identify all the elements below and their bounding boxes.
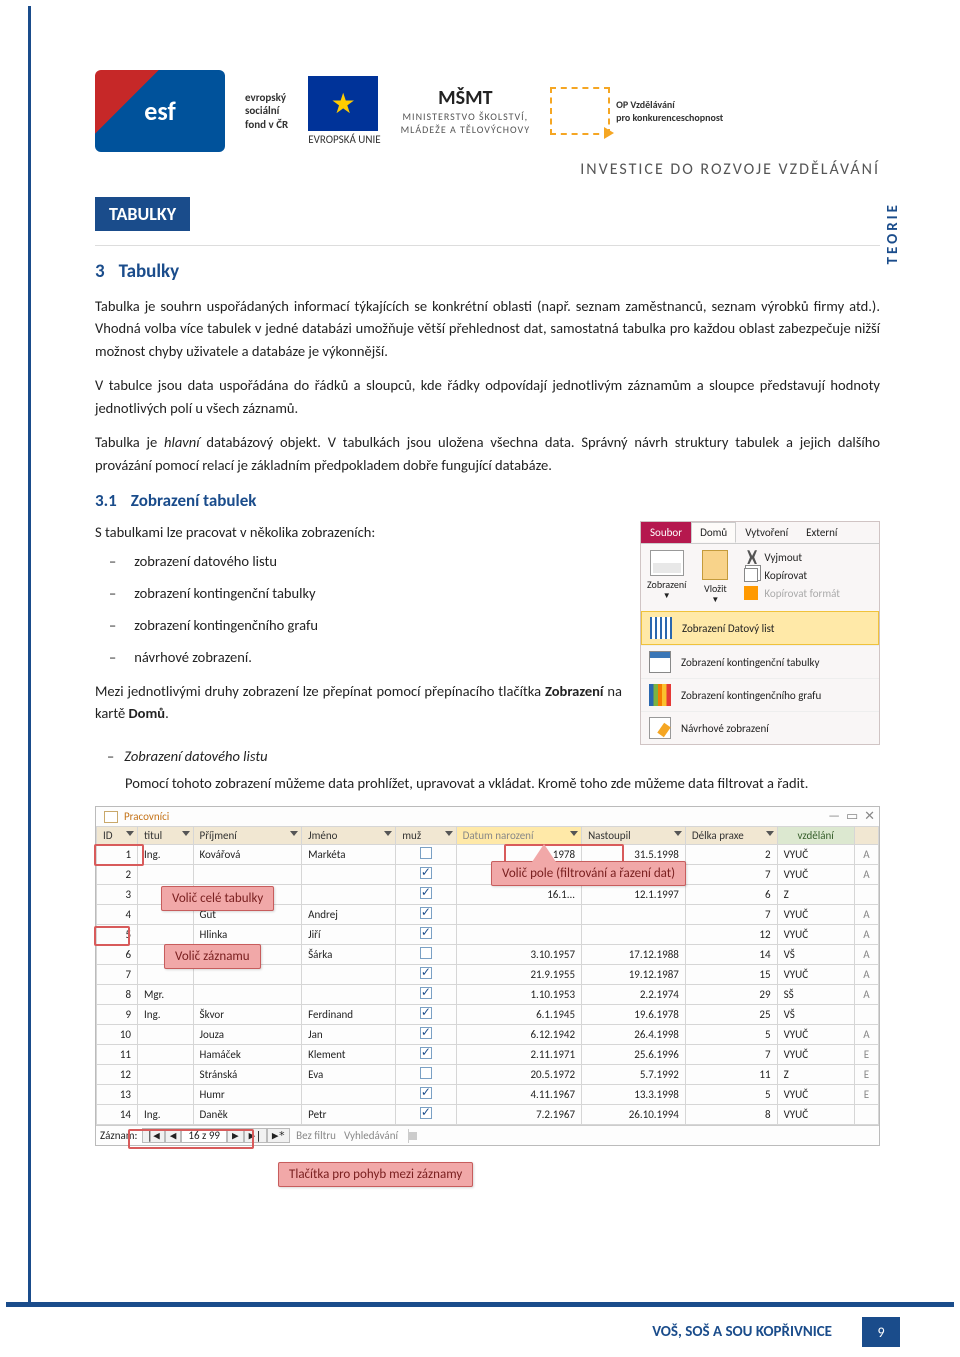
col-delka-praxe[interactable]: Délka praxe <box>685 827 777 845</box>
ribbon-screenshot: Soubor Domů Vytvoření Externí Zobrazení … <box>640 521 880 745</box>
table-icon <box>104 811 118 823</box>
menu-pivot-chart[interactable]: Zobrazení kontingenčního grafu <box>641 678 879 711</box>
menu-design-view[interactable]: Návrhové zobrazení <box>641 711 879 744</box>
view-button[interactable]: Zobrazení ▼ <box>643 548 690 603</box>
nav-search[interactable]: Vyhledávání <box>344 1129 398 1142</box>
msmt-logo: MŠMT MINISTERSTVO ŠKOLSTVÍ, MLÁDEŽE A TĚ… <box>401 86 530 136</box>
callout-nav-buttons: Tlačítka pro pohyb mezi záznamy <box>278 1162 473 1187</box>
tab-external[interactable]: Externí <box>797 522 846 543</box>
table-row[interactable]: 14Ing.DaněkPetr7.2.196726.10.19948VYUČ <box>97 1105 879 1125</box>
logo-banner: esf evropský sociální fond v ČR ★ EVROPS… <box>95 70 880 152</box>
table-row[interactable]: 12StránskáEva20.5.19725.7.199211ZE <box>97 1065 879 1085</box>
highlight-row-selector <box>94 926 130 946</box>
highlight-table-selector <box>94 844 144 866</box>
eu-label: EVROPSKÁ UNIE <box>308 133 380 146</box>
invest-line: INVESTICE DO ROZVOJE VZDĚLÁVÁNÍ <box>95 160 880 179</box>
scrollbar[interactable] <box>408 1129 875 1143</box>
datasheet-screenshot: Pracovníci — ▭ ✕ ID titul Příjmení Jméno… <box>95 806 880 1146</box>
op-logo: OP Vzdělávánípro konkurenceschopnost <box>550 87 723 135</box>
callout-row-selector: Volič záznamu <box>164 944 261 969</box>
side-badge-teorie: TEORIE <box>884 202 902 264</box>
table-row[interactable]: 5HlinkaJiří12VYUČA <box>97 925 879 945</box>
col-nastoupil[interactable]: Nastoupil <box>582 827 686 845</box>
tab-file[interactable]: Soubor <box>641 522 691 543</box>
list-item: zobrazení datového listu <box>134 552 277 570</box>
callout-field-selector: Volič pole (filtrování a řazení dat) <box>491 861 686 886</box>
paragraph: S tabulkami lze pracovat v několika zobr… <box>95 521 622 543</box>
paragraph: Tabulka je souhrn uspořádaných informací… <box>95 295 880 362</box>
col-vzdelani[interactable]: vzdělání <box>777 827 854 845</box>
copy-icon <box>744 568 758 582</box>
col-jmeno[interactable]: Jméno <box>302 827 396 845</box>
chart-icon <box>649 684 671 706</box>
nav-new[interactable]: ▶* <box>267 1128 290 1143</box>
highlight-nav-buttons <box>128 1129 254 1149</box>
tab-create[interactable]: Vytvoření <box>736 522 797 543</box>
divider <box>95 245 880 246</box>
format-painter-button[interactable]: Kopírovat formát <box>740 584 844 602</box>
col-id[interactable]: ID <box>97 827 138 845</box>
cut-button[interactable]: Vyjmout <box>740 548 844 566</box>
section-header: TABULKY <box>95 197 190 231</box>
heading-text: Tabulky <box>119 260 180 283</box>
heading-text: Zobrazení tabulek <box>131 490 257 511</box>
bottom-rule <box>6 1302 954 1307</box>
col-datum-narozeni[interactable]: Datum narození <box>456 827 582 845</box>
list-item: zobrazení kontingenčního grafu <box>134 616 318 634</box>
page-number: 9 <box>862 1317 900 1347</box>
col-more <box>854 827 878 845</box>
paragraph: V tabulce jsou data uspořádána do řádků … <box>95 374 880 419</box>
tab-home[interactable]: Domů <box>691 522 736 543</box>
eu-flag: ★ <box>308 76 378 131</box>
datasheet-icon <box>650 550 684 576</box>
heading-3-1: 3.1 Zobrazení tabulek <box>95 490 880 511</box>
esf-logo: esf <box>95 70 225 152</box>
brush-icon <box>744 586 758 600</box>
paragraph: Tabulka je hlavní databázový objekt. V t… <box>95 431 880 476</box>
paste-icon <box>702 550 728 580</box>
table-row[interactable]: 13Humr4.11.196713.3.19985VYUČE <box>97 1085 879 1105</box>
callout-table-selector: Volič celé tabulky <box>161 886 274 911</box>
heading-number: 3.1 <box>95 490 117 511</box>
pivot-icon <box>649 651 671 673</box>
list-item: zobrazení kontingenční tabulky <box>134 584 315 602</box>
heading-3: 3 Tabulky <box>95 260 880 283</box>
table-row[interactable]: 218...7.8.19967VYUČA <box>97 865 879 885</box>
school-name: VOŠ, SOŠ A SOU KOPŘIVNICE <box>652 1323 832 1341</box>
page-footer: VOŠ, SOŠ A SOU KOPŘIVNICE 9 <box>0 1317 960 1347</box>
esf-text: evropský sociální fond v ČR <box>245 91 288 131</box>
table-row[interactable]: 11HamáčekKlement2.11.197125.6.19967VYUČE <box>97 1045 879 1065</box>
col-prijmeni[interactable]: Příjmení <box>193 827 302 845</box>
list-item: návrhové zobrazení. <box>134 648 252 666</box>
design-icon <box>649 717 671 739</box>
menu-pivot-table[interactable]: Zobrazení kontingenční tabulky <box>641 645 879 678</box>
cut-icon <box>744 550 758 564</box>
nav-filter[interactable]: Bez filtru <box>296 1129 336 1142</box>
menu-datasheet-view[interactable]: Zobrazení Datový list <box>641 611 879 645</box>
col-titul[interactable]: titul <box>138 827 194 845</box>
table-row[interactable]: 10JouzaJan6.12.194226.4.19985VYUČA <box>97 1025 879 1045</box>
paragraph: Mezi jednotlivými druhy zobrazení lze př… <box>95 680 622 725</box>
subsection-title: Zobrazení datového listu <box>124 747 267 765</box>
paragraph: Pomocí tohoto zobrazení můžeme data proh… <box>125 772 880 794</box>
table-row[interactable]: 8Mgr.1.10.19532.2.197429SŠA <box>97 985 879 1005</box>
grid-icon <box>650 617 672 639</box>
minmax-icons[interactable]: — ▭ ✕ <box>828 809 875 824</box>
table-row[interactable]: 9Ing.ŠkvorFerdinand6.1.194519.6.197825VŠ <box>97 1005 879 1025</box>
col-muz[interactable]: muž <box>396 827 456 845</box>
bullet-list: –zobrazení datového listu –zobrazení kon… <box>109 552 622 666</box>
datasheet-tab[interactable]: Pracovníci <box>96 807 879 826</box>
subsection: –Zobrazení datového listu Pomocí tohoto … <box>125 745 880 794</box>
copy-button[interactable]: Kopírovat <box>740 566 844 584</box>
paste-button[interactable]: Vložit ▼ <box>698 548 732 607</box>
table-row[interactable]: 1Ing.KovářováMarkéta1...197831.5.19982VY… <box>97 845 879 865</box>
heading-number: 3 <box>95 260 105 283</box>
data-table: ID titul Příjmení Jméno muž Datum naroze… <box>96 826 879 1125</box>
